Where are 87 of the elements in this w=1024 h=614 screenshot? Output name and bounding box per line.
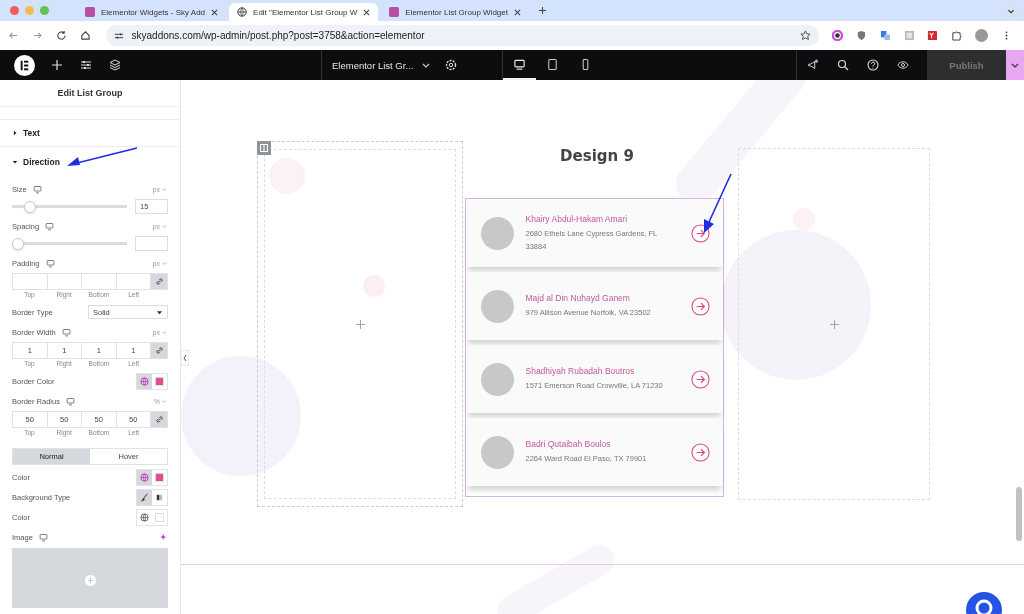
browser-tab[interactable]: Elementor List Group Widget	[381, 3, 529, 21]
browser-tab[interactable]: Edit "Elementor List Group W	[229, 3, 379, 21]
link-icon	[154, 415, 164, 424]
home-icon[interactable]	[79, 30, 91, 41]
minimize-window-dot[interactable]	[25, 6, 34, 15]
caret-icon	[12, 130, 18, 136]
add-widget-icon[interactable]	[355, 319, 365, 329]
site-favicon-icon	[389, 7, 400, 17]
puzzle-extensions-icon[interactable]	[951, 30, 963, 41]
scrollbar-thumb[interactable]	[1016, 487, 1022, 541]
desktop-icon[interactable]	[45, 221, 55, 231]
caret-icon	[161, 328, 168, 336]
new-tab-icon[interactable]	[538, 6, 547, 15]
bookmark-star-icon[interactable]	[799, 30, 811, 41]
site-favicon-icon	[85, 7, 95, 17]
color-swatch[interactable]	[155, 376, 164, 386]
person-name: Shadhiyah Rubadah Boutros	[525, 366, 636, 376]
panel-title: Edit List Group	[0, 80, 180, 107]
link-icon	[154, 346, 164, 355]
close-tab-icon[interactable]	[514, 8, 521, 16]
avatar-placeholder	[480, 435, 514, 469]
layers-icon[interactable]	[109, 59, 121, 71]
arrow-right-circle-icon[interactable]	[690, 296, 710, 316]
reload-icon[interactable]	[55, 30, 67, 41]
color-swatch[interactable]	[155, 472, 164, 482]
link-icon	[154, 277, 164, 286]
person-name: Badri Qutaibah Boulos	[525, 439, 612, 449]
link-values-button[interactable]	[151, 412, 167, 427]
add-element-icon[interactable]	[51, 59, 63, 71]
design-heading: Design 9	[560, 147, 634, 165]
maximize-window-dot[interactable]	[40, 6, 49, 15]
caret-icon	[156, 308, 163, 316]
back-icon[interactable]	[8, 30, 19, 41]
add-widget-icon[interactable]	[829, 319, 839, 329]
brush-icon[interactable]	[137, 489, 152, 505]
profile-avatar[interactable]	[975, 29, 989, 42]
preview-eye-icon[interactable]	[897, 59, 909, 71]
caret-icon	[161, 259, 168, 267]
ai-sparkle-icon[interactable]	[160, 533, 168, 541]
desktop-icon[interactable]	[38, 532, 48, 542]
address-field[interactable]: skyaddons.com/wp-admin/post.php?post=3758&action=elementor	[105, 25, 819, 46]
desktop-icon[interactable]	[45, 258, 55, 268]
desktop-icon[interactable]	[32, 184, 42, 194]
color-swatch[interactable]	[155, 512, 164, 522]
desktop-icon[interactable]	[61, 327, 71, 337]
desktop-icon[interactable]	[65, 396, 75, 406]
caret-icon	[161, 397, 168, 405]
translate-extension-icon[interactable]	[879, 30, 891, 41]
help-icon[interactable]	[867, 59, 879, 71]
caret-icon	[161, 222, 168, 230]
forward-icon[interactable]	[31, 30, 43, 41]
global-colors-button[interactable]	[137, 469, 152, 485]
slider-thumb[interactable]	[24, 200, 37, 213]
desktop-icon	[513, 57, 526, 71]
browser-tab[interactable]: Elementor Widgets - Sky Add	[77, 3, 227, 21]
slider-thumb[interactable]	[12, 237, 24, 250]
tablet-icon	[546, 57, 559, 71]
shield-extension-icon[interactable]	[855, 30, 867, 41]
avatar-placeholder	[480, 216, 514, 250]
caret-icon	[161, 185, 168, 193]
close-tab-icon[interactable]	[363, 8, 371, 16]
person-name: Majd al Din Nuhayd Ganem	[525, 293, 631, 303]
global-colors-button[interactable]	[137, 373, 152, 389]
tab-list-button[interactable]	[1004, 3, 1018, 18]
avatar-placeholder	[480, 289, 514, 323]
close-window-dot[interactable]	[10, 6, 19, 15]
link-values-button[interactable]	[151, 274, 167, 289]
column-handle-icon[interactable]	[257, 141, 271, 155]
arrow-right-circle-icon[interactable]	[690, 369, 710, 389]
globe-icon	[237, 7, 248, 17]
letter-y-extension-icon[interactable]	[927, 30, 939, 41]
search-icon[interactable]	[837, 59, 849, 71]
document-title-dropdown[interactable]: Elementor List Gr...	[332, 59, 414, 71]
person-name: Khairy Abdul-Hakam Amari	[525, 213, 629, 224]
arrow-right-circle-icon[interactable]	[690, 442, 710, 462]
settings-sliders-icon[interactable]	[80, 59, 92, 71]
close-tab-icon[interactable]	[211, 8, 219, 16]
megaphone-notification-icon[interactable]	[807, 59, 819, 71]
caret-icon	[12, 159, 18, 165]
avatar-placeholder	[480, 362, 514, 396]
settings-icon[interactable]	[445, 59, 458, 71]
color-wheel-extension-icon[interactable]	[831, 30, 843, 41]
collapse-panel-handle[interactable]	[181, 350, 189, 366]
site-settings-icon	[113, 30, 124, 41]
link-values-button[interactable]	[151, 343, 167, 358]
elementor-logo-icon[interactable]	[14, 54, 35, 76]
number-input[interactable]	[135, 236, 168, 251]
